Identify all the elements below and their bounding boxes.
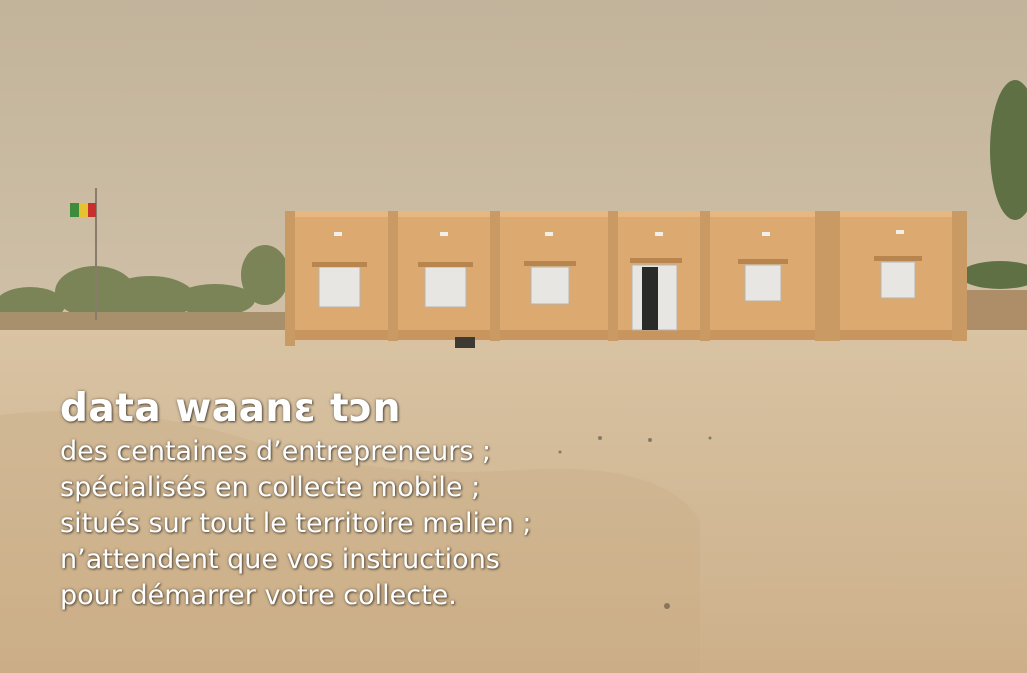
caption-line-1: des centaines d’entrepreneurs ;	[60, 436, 492, 467]
caption-line-2: spécialisés en collecte mobile ;	[60, 472, 481, 503]
school-building	[285, 211, 967, 346]
hero-banner: data waanɛ tɔn des centaines d’entrepren…	[0, 0, 1027, 673]
caption-line-3: situés sur tout le territoire malien ;	[60, 508, 532, 539]
mud-wall-right	[965, 290, 1027, 330]
caption-line-5: pour démarrer votre collecte.	[60, 580, 457, 611]
headline: data waanɛ tɔn	[60, 386, 402, 431]
caption-overlay: data waanɛ tɔn des centaines d’entrepren…	[60, 384, 680, 614]
caption-line-4: n’attendent que vos instructions	[60, 544, 500, 575]
